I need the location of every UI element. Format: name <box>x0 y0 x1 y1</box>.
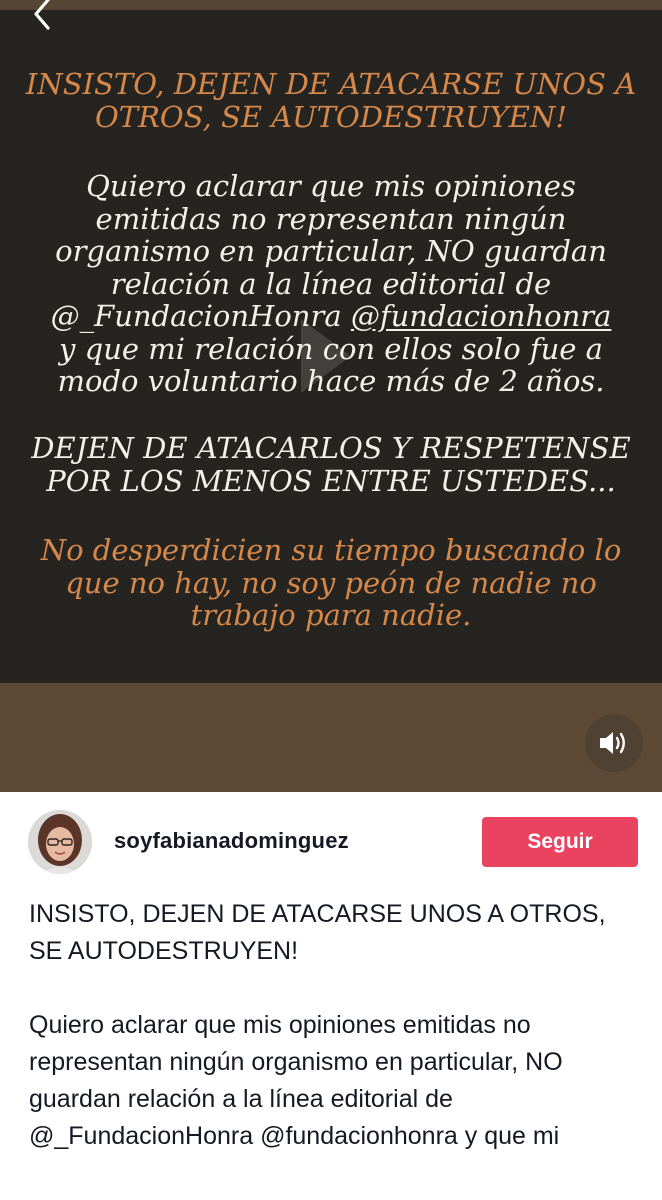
chevron-left-icon <box>34 0 50 30</box>
overlay-heading-line: OTROS, SE AUTODESTRUYEN! <box>94 99 567 134</box>
overlay-respect-line: POR LOS MENOS ENTRE USTEDES... <box>46 463 616 498</box>
overlay-disclaimer-line: organismo en particular, NO guardan <box>55 234 607 268</box>
avatar-image <box>28 810 92 874</box>
username[interactable]: soyfabianadominguez <box>114 828 349 854</box>
overlay-closing-line: No desperdicien su tiempo buscando lo <box>40 533 622 567</box>
caption: INSISTO, DEJEN DE ATACARSE UNOS A OTROS,… <box>29 896 639 1155</box>
overlay-disclaimer-line: emitidas no representan ningún <box>95 201 567 236</box>
caption-paragraph: INSISTO, DEJEN DE ATACARSE UNOS A OTROS,… <box>29 900 606 965</box>
video-player[interactable]: INSISTO, DEJEN DE ATACARSE UNOS A OTROS,… <box>0 0 662 792</box>
play-icon[interactable] <box>295 315 355 397</box>
overlay-respect: DEJEN DE ATACARLOS Y RESPETENSE POR LOS … <box>0 432 662 497</box>
volume-button[interactable] <box>585 714 643 772</box>
volume-icon <box>600 732 625 754</box>
overlay-closing: No desperdicien su tiempo buscando lo qu… <box>0 534 662 632</box>
video-top-bar <box>0 0 662 10</box>
overlay-closing-line: trabajo para nadie. <box>190 598 472 632</box>
overlay-mention-link: @fundacionhonra <box>350 299 612 333</box>
overlay-disclaimer-line: relación a la línea editorial de <box>110 266 552 301</box>
caption-paragraph: Quiero aclarar que mis opiniones emitida… <box>29 1011 563 1150</box>
avatar[interactable] <box>28 810 92 874</box>
overlay-heading-line: INSISTO, DEJEN DE ATACARSE UNOS A <box>25 67 637 101</box>
overlay-respect-line: DEJEN DE ATACARLOS Y RESPETENSE <box>31 431 631 465</box>
overlay-disclaimer-line: Quiero aclarar que mis opiniones <box>86 169 576 203</box>
overlay-closing-line: que no hay, no soy peón de nadie no <box>65 565 597 600</box>
back-button[interactable] <box>28 0 58 32</box>
overlay-heading: INSISTO, DEJEN DE ATACARSE UNOS A OTROS,… <box>0 68 662 133</box>
video-frame: INSISTO, DEJEN DE ATACARSE UNOS A OTROS,… <box>0 10 662 683</box>
follow-button[interactable]: Seguir <box>482 817 638 867</box>
